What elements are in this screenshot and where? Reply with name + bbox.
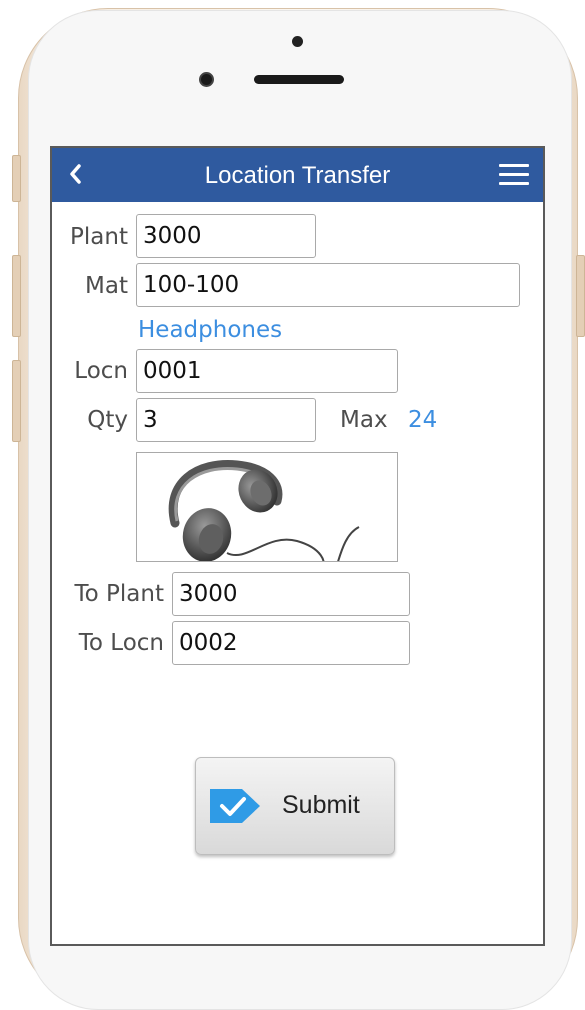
hamburger-menu-icon bbox=[499, 164, 529, 185]
location-input[interactable]: 0001 bbox=[136, 349, 398, 393]
title-bar: Location Transfer bbox=[52, 148, 543, 202]
quantity-label: Qty bbox=[87, 407, 128, 433]
page-title: Location Transfer bbox=[204, 162, 391, 189]
quantity-input[interactable]: 3 bbox=[136, 398, 316, 442]
plant-input[interactable]: 3000 bbox=[136, 214, 316, 258]
location-label: Locn bbox=[74, 358, 128, 384]
material-input[interactable]: 100-100 bbox=[136, 263, 520, 307]
product-image bbox=[136, 452, 398, 562]
front-camera bbox=[199, 72, 214, 87]
to-plant-label: To Plant bbox=[74, 581, 164, 607]
phone-side-button bbox=[12, 155, 21, 202]
max-label: Max bbox=[340, 407, 388, 433]
earpiece-speaker bbox=[254, 75, 344, 84]
to-plant-input[interactable]: 3000 bbox=[172, 572, 410, 616]
plant-label: Plant bbox=[70, 224, 128, 250]
max-value: 24 bbox=[408, 407, 438, 433]
to-location-input[interactable]: 0002 bbox=[172, 621, 410, 665]
proximity-sensor bbox=[292, 36, 303, 47]
to-location-label: To Locn bbox=[78, 630, 164, 656]
material-description: Headphones bbox=[138, 317, 283, 343]
phone-side-button bbox=[12, 255, 21, 337]
menu-button[interactable] bbox=[499, 164, 529, 186]
material-label: Mat bbox=[85, 273, 128, 299]
submit-button[interactable]: Submit bbox=[195, 757, 395, 855]
phone-side-button bbox=[576, 255, 585, 337]
app-screen: Location Transfer Plant 3000 Mat 100-100… bbox=[50, 146, 545, 946]
checkmark-tag-icon bbox=[210, 789, 260, 823]
headphones-image bbox=[168, 460, 360, 561]
phone-side-button bbox=[12, 360, 21, 442]
submit-label: Submit bbox=[282, 791, 360, 819]
